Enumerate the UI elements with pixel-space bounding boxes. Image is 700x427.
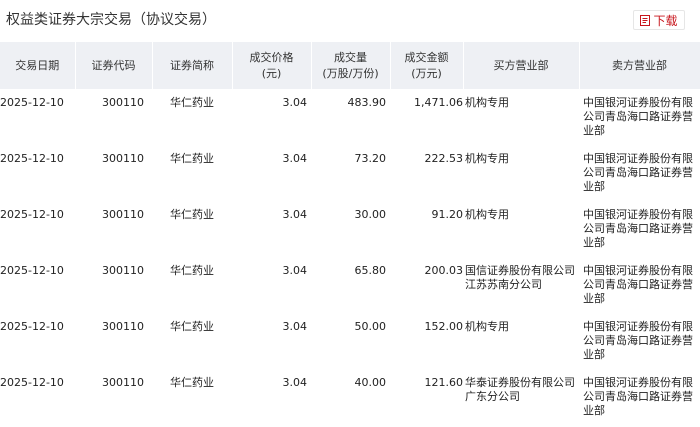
cell-trade-date: 2025-12-10: [0, 320, 64, 333]
cell-security-code: 300110: [102, 376, 144, 389]
cell-volume: 65.80: [354, 264, 387, 277]
cell-buyer-branch: 机构专用: [465, 152, 509, 165]
cell-buyer-branch: 机构专用: [465, 96, 509, 109]
cell-buyer-branch: 机构专用: [465, 208, 509, 221]
header-label: 证券简称: [170, 58, 214, 72]
cell-trade-date: 2025-12-10: [0, 376, 64, 389]
cell-volume: 483.90: [347, 96, 387, 109]
cell-buyer-branch: 华泰证券股份有限公司广东分公司: [465, 376, 575, 403]
download-button[interactable]: 下载: [633, 10, 685, 30]
cell-price: 3.04: [282, 376, 308, 389]
cell-amount: 200.03: [424, 264, 464, 277]
page-title: 权益类证券大宗交易（协议交易）: [6, 12, 216, 28]
header-label: 成交金额: [404, 50, 449, 64]
header-volume: 成交量 (万股/万份): [311, 42, 391, 89]
table-body: 2025-12-10 300110 华仁药业 3.04 483.90 1,471.06 机构…: [0, 89, 700, 425]
block-trade-table: 交易日期 证券代码 证券简称 成交价格 (元) 成交量 (万股/万份) 成交金额 (万元) 买方营…: [0, 42, 700, 425]
cell-trade-date: 2025-12-10: [0, 208, 64, 221]
table-row: 2025-12-10 300110 华仁药业 3.04 40.00 121.60 华泰证券股…: [0, 369, 700, 425]
cell-seller-branch: 中国银河证券股份有限公司青岛海口路证券营业部: [583, 96, 693, 137]
file-download-icon: [640, 14, 651, 26]
header-label: (元): [261, 66, 282, 80]
cell-price: 3.04: [282, 96, 308, 109]
header-label: 成交价格: [249, 50, 294, 64]
cell-trade-date: 2025-12-10: [0, 96, 64, 109]
cell-security-code: 300110: [102, 152, 144, 165]
cell-seller-branch: 中国银河证券股份有限公司青岛海口路证券营业部: [583, 264, 693, 305]
header-label: (万元): [411, 66, 442, 80]
download-label: 下载: [653, 13, 678, 28]
header-label: (万股/万份): [322, 66, 379, 80]
cell-seller-branch: 中国银河证券股份有限公司青岛海口路证券营业部: [583, 152, 693, 193]
table-row: 2025-12-10 300110 华仁药业 3.04 30.00 91.20 机构专用 中国…: [0, 201, 700, 257]
cell-security-name: 华仁药业: [170, 208, 214, 221]
cell-price: 3.04: [282, 264, 308, 277]
cell-amount: 121.60: [424, 376, 464, 389]
cell-price: 3.04: [282, 320, 308, 333]
cell-security-code: 300110: [102, 208, 144, 221]
cell-security-code: 300110: [102, 264, 144, 277]
cell-volume: 30.00: [354, 208, 387, 221]
header-security-code: 证券代码: [75, 42, 153, 89]
header-amount: 成交金额 (万元): [390, 42, 464, 89]
header-label: 成交量: [334, 50, 367, 64]
cell-volume: 50.00: [354, 320, 387, 333]
cell-price: 3.04: [282, 208, 308, 221]
table-row: 2025-12-10 300110 华仁药业 3.04 65.80 200.03 国信证券股…: [0, 257, 700, 313]
cell-seller-branch: 中国银河证券股份有限公司青岛海口路证券营业部: [583, 208, 693, 249]
header-label: 卖方营业部: [612, 58, 667, 72]
cell-seller-branch: 中国银河证券股份有限公司青岛海口路证券营业部: [583, 320, 693, 361]
cell-security-name: 华仁药业: [170, 152, 214, 165]
header-label: 证券代码: [91, 58, 136, 72]
header-label: 买方营业部: [493, 58, 549, 72]
cell-security-name: 华仁药业: [170, 320, 214, 333]
cell-amount: 152.00: [424, 320, 464, 333]
header-price: 成交价格 (元): [232, 42, 312, 89]
cell-security-name: 华仁药业: [170, 376, 214, 389]
cell-seller-branch: 中国银河证券股份有限公司青岛海口路证券营业部: [583, 376, 693, 417]
cell-trade-date: 2025-12-10: [0, 152, 64, 165]
cell-security-name: 华仁药业: [170, 264, 214, 277]
cell-amount: 91.20: [431, 208, 464, 221]
table-row: 2025-12-10 300110 华仁药业 3.04 50.00 152.00 机构专用 中…: [0, 313, 700, 369]
cell-buyer-branch: 国信证券股份有限公司江苏苏南分公司: [465, 264, 575, 291]
header-seller-branch: 卖方营业部: [579, 42, 700, 89]
cell-volume: 73.20: [354, 152, 387, 165]
cell-security-code: 300110: [102, 96, 144, 109]
table-row: 2025-12-10 300110 华仁药业 3.04 73.20 222.53 机构专用 中…: [0, 145, 700, 201]
cell-trade-date: 2025-12-10: [0, 264, 64, 277]
cell-security-name: 华仁药业: [170, 96, 214, 109]
table-header-row: 交易日期 证券代码 证券简称 成交价格 (元) 成交量 (万股/万份) 成交金额 (万元) 买方营…: [0, 42, 700, 89]
header-security-name: 证券简称: [152, 42, 233, 89]
header-label: 交易日期: [15, 58, 60, 72]
cell-security-code: 300110: [102, 320, 144, 333]
cell-amount: 222.53: [424, 152, 464, 165]
header-buyer-branch: 买方营业部: [463, 42, 580, 89]
page-header: 权益类证券大宗交易（协议交易） 下载: [0, 0, 700, 36]
cell-volume: 40.00: [354, 376, 387, 389]
header-trade-date: 交易日期: [0, 42, 76, 89]
cell-price: 3.04: [282, 152, 308, 165]
table-row: 2025-12-10 300110 华仁药业 3.04 483.90 1,471.06 机构…: [0, 89, 700, 145]
cell-buyer-branch: 机构专用: [465, 320, 509, 333]
cell-amount: 1,471.06: [414, 96, 463, 109]
